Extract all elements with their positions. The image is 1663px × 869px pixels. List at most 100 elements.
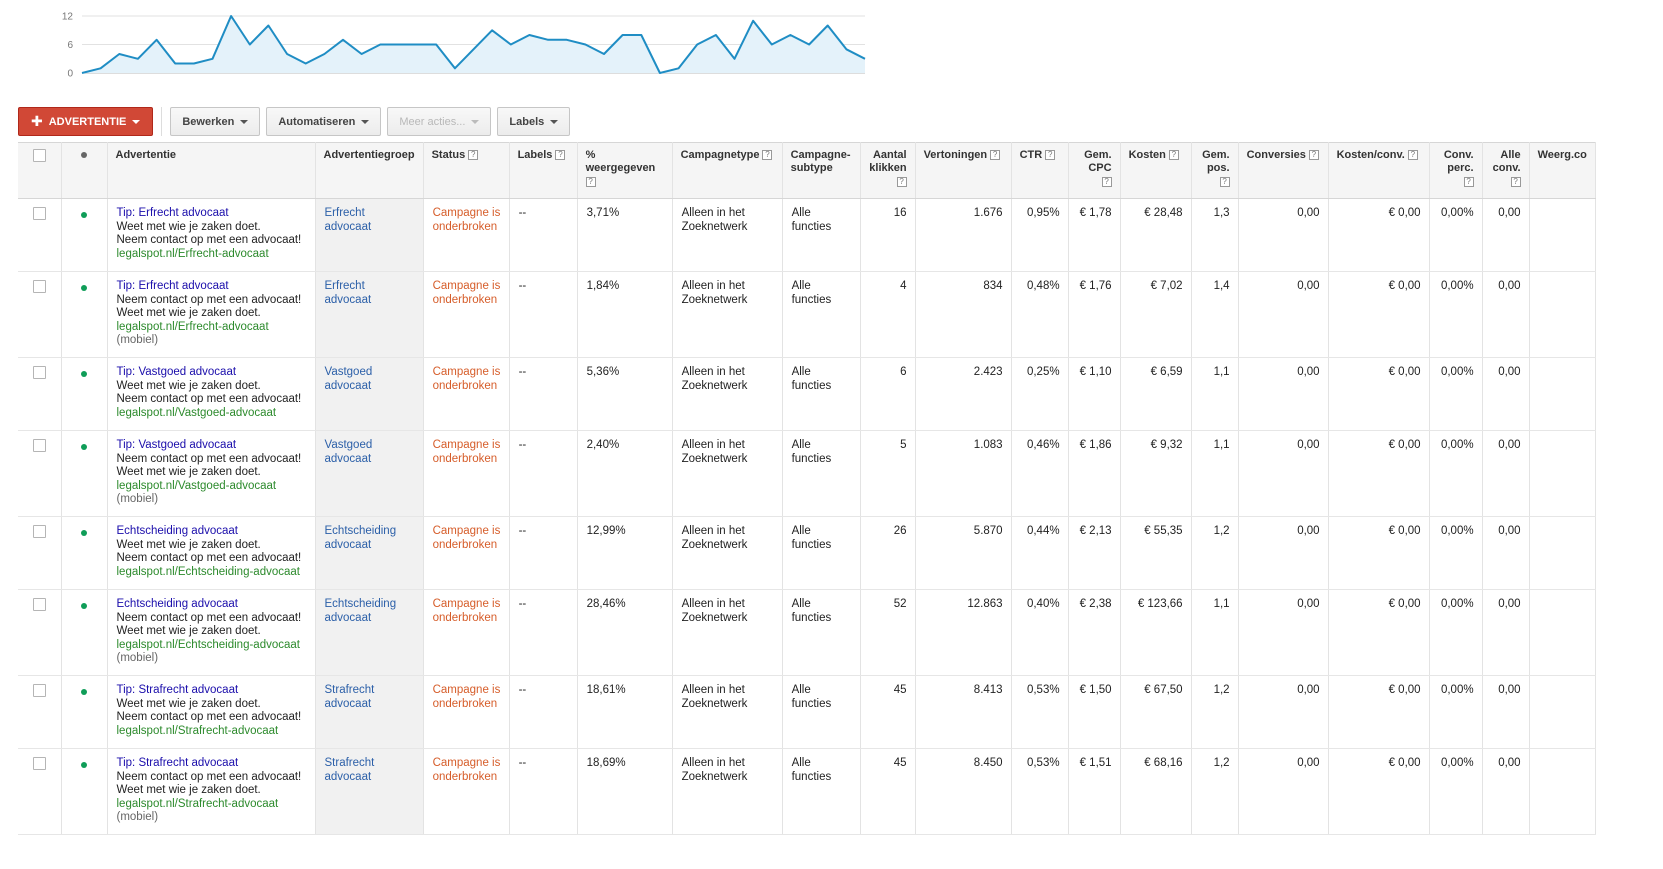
chart-data-point[interactable] [192,62,196,66]
chart-data-point[interactable] [360,52,364,56]
enabled-status-icon[interactable] [81,603,87,609]
ad-headline-link[interactable]: Tip: Strafrecht advocaat [117,684,307,698]
table-row[interactable]: Tip: Erfrecht advocaat Neem contact op m… [18,271,1596,358]
chart-data-point[interactable] [211,57,215,61]
chart-data-point[interactable] [117,52,121,56]
chart-data-point[interactable] [583,43,587,47]
col-avg-pos[interactable]: Gem. pos.? [1191,142,1239,199]
col-ad[interactable]: Advertentie [107,142,316,199]
chart-data-point[interactable] [80,71,84,75]
chart-data-point[interactable] [453,66,457,70]
col-cost[interactable]: Kosten? [1120,142,1192,199]
chart-data-point[interactable] [602,52,606,56]
chart-data-point[interactable] [472,47,476,51]
select-all-checkbox[interactable] [32,149,46,162]
chart-data-point[interactable] [751,19,755,23]
status-text[interactable]: Campagne is onderbroken [433,684,501,710]
adgroup-link[interactable]: Echtscheiding advocaat [325,598,397,624]
chart-data-point[interactable] [844,47,848,51]
enabled-status-icon[interactable] [81,212,87,218]
col-conv-rate[interactable]: Conv. perc.? [1429,142,1483,199]
chart-data-point[interactable] [807,43,811,47]
status-text[interactable]: Campagne is onderbroken [433,280,501,306]
enabled-status-icon[interactable] [81,371,87,377]
row-checkbox[interactable] [32,280,46,293]
adgroup-link[interactable]: Vastgoed advocaat [325,366,373,392]
row-checkbox[interactable] [32,207,46,220]
adgroup-link[interactable]: Vastgoed advocaat [325,439,373,465]
chart-data-point[interactable] [341,38,345,42]
chart-data-point[interactable] [397,43,401,47]
status-text[interactable]: Campagne is onderbroken [433,439,501,465]
col-all-conv[interactable]: Alle conv.? [1482,142,1530,199]
table-row[interactable]: Tip: Strafrecht advocaat Neem contact op… [18,748,1596,835]
adgroup-link[interactable]: Echtscheiding advocaat [325,525,397,551]
col-avg-cpc[interactable]: Gem. CPC? [1068,142,1121,199]
chart-data-point[interactable] [788,33,792,37]
status-text[interactable]: Campagne is onderbroken [433,366,501,392]
chart-data-point[interactable] [155,38,159,42]
table-row[interactable]: Echtscheiding advocaat Neem contact op m… [18,589,1596,676]
chart-data-point[interactable] [509,43,513,47]
col-view-conv[interactable]: Weerg.co [1529,142,1596,199]
automate-button[interactable]: Automatiseren [266,107,382,136]
table-row[interactable]: Echtscheiding advocaat Weet met wie je z… [18,516,1596,590]
chart-data-point[interactable] [714,33,718,37]
chart-data-point[interactable] [658,71,662,75]
col-clicks[interactable]: Aantal klikken? [860,142,916,199]
col-campaign-subtype[interactable]: Campagne-subtype [782,142,861,199]
add-ad-button[interactable]: ✚ ADVERTENTIE [18,107,154,136]
chart-data-point[interactable] [733,57,737,61]
ad-headline-link[interactable]: Tip: Vastgoed advocaat [117,366,307,380]
ad-headline-link[interactable]: Echtscheiding advocaat [117,525,307,539]
status-text[interactable]: Campagne is onderbroken [433,207,501,233]
chart-data-point[interactable] [527,33,531,37]
table-row[interactable]: Tip: Vastgoed advocaat Neem contact op m… [18,430,1596,517]
chart-data-point[interactable] [565,38,569,42]
ad-headline-link[interactable]: Echtscheiding advocaat [117,598,307,612]
chart-data-point[interactable] [695,43,699,47]
ad-headline-link[interactable]: Tip: Vastgoed advocaat [117,439,307,453]
ad-headline-link[interactable]: Tip: Erfrecht advocaat [117,280,307,294]
chart-data-point[interactable] [863,57,867,61]
status-text[interactable]: Campagne is onderbroken [433,525,501,551]
chart-data-point[interactable] [378,43,382,47]
status-text[interactable]: Campagne is onderbroken [433,757,501,783]
help-icon[interactable]: ? [1510,177,1521,187]
adgroup-link[interactable]: Strafrecht advocaat [325,757,375,783]
help-icon[interactable]: ? [555,150,566,160]
chart-data-point[interactable] [322,52,326,56]
adgroup-link[interactable]: Erfrecht advocaat [325,207,372,233]
chart-data-point[interactable] [770,43,774,47]
more-actions-button[interactable]: Meer acties... [387,107,492,136]
chart-data-point[interactable] [434,43,438,47]
help-icon[interactable]: ? [762,150,773,160]
col-labels[interactable]: Labels? [509,142,578,199]
chart-data-point[interactable] [229,14,233,18]
chart-data-point[interactable] [826,24,830,28]
row-checkbox[interactable] [32,757,46,770]
chart-data-point[interactable] [546,38,550,42]
table-row[interactable]: Tip: Vastgoed advocaat Weet met wie je z… [18,357,1596,431]
table-row[interactable]: Tip: Erfrecht advocaat Weet met wie je z… [18,198,1596,272]
table-row[interactable]: Tip: Strafrecht advocaat Weet met wie je… [18,675,1596,749]
col-status[interactable]: Status? [423,142,510,199]
adgroup-link[interactable]: Erfrecht advocaat [325,280,372,306]
ad-headline-link[interactable]: Tip: Erfrecht advocaat [117,207,307,221]
col-campaign-type[interactable]: Campagnetype? [672,142,783,199]
help-icon[interactable]: ? [896,177,907,187]
row-checkbox[interactable] [32,439,46,452]
chart-data-point[interactable] [99,66,103,70]
help-icon[interactable]: ? [585,177,596,187]
row-checkbox[interactable] [32,684,46,697]
enabled-status-icon[interactable] [81,285,87,291]
row-checkbox[interactable] [32,366,46,379]
enabled-status-icon[interactable] [81,530,87,536]
help-icon[interactable]: ? [1219,177,1230,187]
col-ctr[interactable]: CTR? [1011,142,1069,199]
chart-data-point[interactable] [173,62,177,66]
help-icon[interactable]: ? [1407,150,1418,160]
chart-data-point[interactable] [621,33,625,37]
chart-data-point[interactable] [304,62,308,66]
chart-data-point[interactable] [266,24,270,28]
